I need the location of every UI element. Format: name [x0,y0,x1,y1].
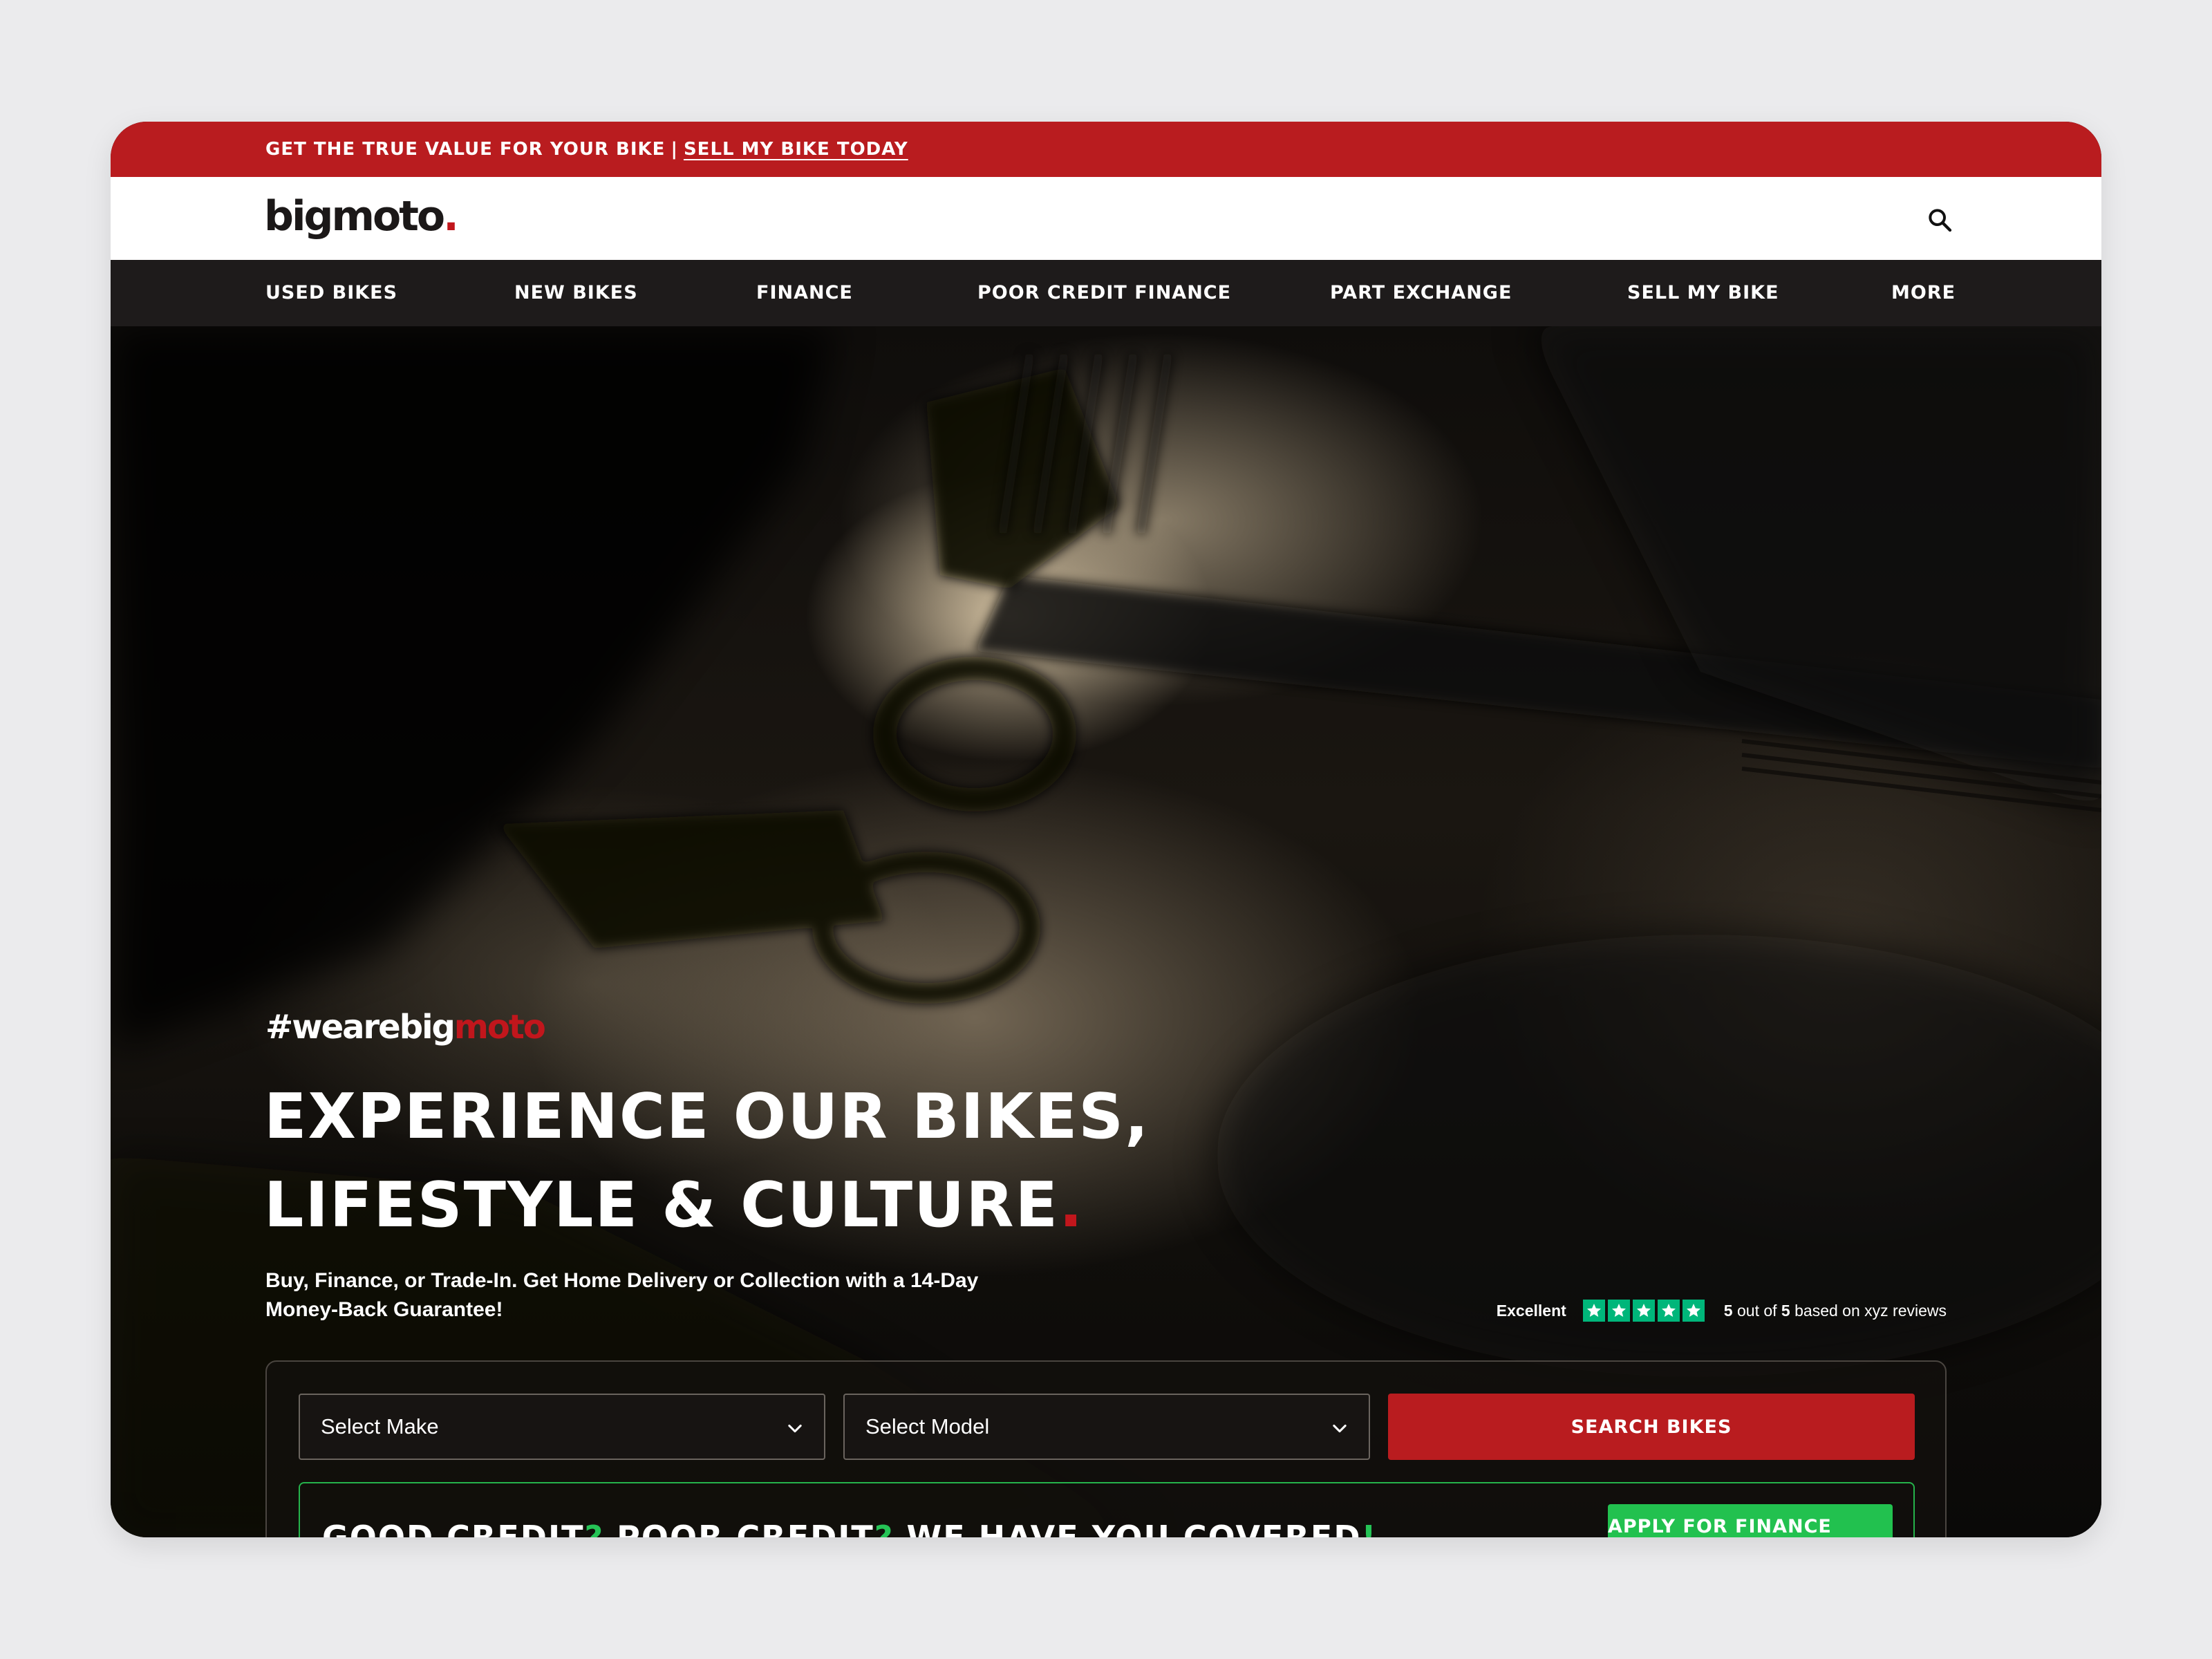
star-icon [1632,1300,1655,1322]
hashtag-suffix: moto [453,1008,546,1047]
star-icon [1607,1300,1630,1322]
hero-background-image [111,326,2101,1537]
nav-more[interactable]: MORE [1891,260,1956,326]
finance-excl: ! [1361,1519,1378,1537]
logo-text: bigmoto [264,192,445,241]
hero-hashtag: #wearebigmoto [265,1008,546,1047]
rating-stars [1582,1300,1707,1322]
star-icon [1657,1300,1680,1322]
sell-my-bike-today-link[interactable]: SELL MY BIKE TODAY [684,139,908,160]
finance-part-3: WE HAVE YOU COVERED [894,1519,1362,1537]
bike-search-panel: Select Make Select Model SEARCH BIKES GO… [265,1360,1947,1537]
rating-based-on: based on xyz reviews [1794,1301,1947,1320]
star-icon [1682,1300,1705,1322]
search-bikes-button[interactable]: SEARCH BIKES [1388,1394,1915,1460]
headline-line-2: LIFESTYLE & CULTURE [264,1169,1059,1241]
nav-poor-credit-finance[interactable]: POOR CREDIT FINANCE [977,260,1231,326]
apply-for-finance-button[interactable]: APPLY FOR FINANCE NOW [1608,1504,1893,1537]
select-model-dropdown[interactable]: Select Model [843,1394,1370,1460]
promo-text: GET THE TRUE VALUE FOR YOUR BIKE [265,139,666,160]
site-header: bigmoto. [111,177,2101,260]
select-model-value: Select Model [865,1414,990,1438]
bigmoto-logo[interactable]: bigmoto. [264,192,459,241]
hero-headline: EXPERIENCE OUR BIKES, LIFESTYLE & CULTUR… [264,1073,1150,1250]
finance-part-2: POOR CREDIT [604,1519,874,1537]
logo-dot: . [443,192,459,241]
select-make-dropdown[interactable]: Select Make [299,1394,825,1460]
rating-score: 5 [1723,1301,1733,1320]
nav-new-bikes[interactable]: NEW BIKES [514,260,638,326]
hero-section: #wearebigmoto EXPERIENCE OUR BIKES, LIFE… [111,326,2101,1537]
headline-dot: . [1059,1169,1085,1241]
main-nav: USED BIKES NEW BIKES FINANCE POOR CREDIT… [111,260,2101,326]
star-icon [1582,1300,1605,1322]
rating-summary: 5 out of 5 based on xyz reviews [1724,1302,1947,1320]
select-make-value: Select Make [321,1414,439,1438]
headline-line-2-wrap: LIFESTYLE & CULTURE. [264,1161,1150,1250]
rating-out-of: out of [1736,1301,1777,1320]
nav-used-bikes[interactable]: USED BIKES [265,260,397,326]
search-icon [1929,209,1952,232]
nav-finance[interactable]: FINANCE [756,260,853,326]
promo-bar: GET THE TRUE VALUE FOR YOUR BIKE | SELL … [111,122,2101,177]
rating-label: Excellent [1496,1301,1566,1320]
trustpilot-rating[interactable]: Excellent 5 out of 5 based on xyz review… [1497,1300,1947,1322]
nav-sell-my-bike[interactable]: SELL MY BIKE [1627,260,1779,326]
nav-part-exchange[interactable]: PART EXCHANGE [1330,260,1512,326]
finance-part-1: GOOD CREDIT [322,1519,585,1537]
chevron-down-icon [1333,1424,1347,1433]
finance-q-2: ? [874,1519,894,1537]
promo-separator: | [671,139,678,160]
hero-subcopy: Buy, Finance, or Trade-In. Get Home Deli… [265,1269,979,1321]
chevron-down-icon [788,1424,802,1433]
hashtag-prefix: #wearebig [265,1008,456,1047]
finance-banner: GOOD CREDIT? POOR CREDIT? WE HAVE YOU CO… [299,1482,1915,1537]
headline-line-1: EXPERIENCE OUR BIKES, [264,1080,1150,1153]
finance-banner-text: GOOD CREDIT? POOR CREDIT? WE HAVE YOU CO… [322,1483,1378,1537]
finance-q-1: ? [584,1519,605,1537]
search-button[interactable] [1923,203,1956,236]
browser-frame: GET THE TRUE VALUE FOR YOUR BIKE | SELL … [111,122,2101,1537]
rating-max: 5 [1781,1301,1790,1320]
